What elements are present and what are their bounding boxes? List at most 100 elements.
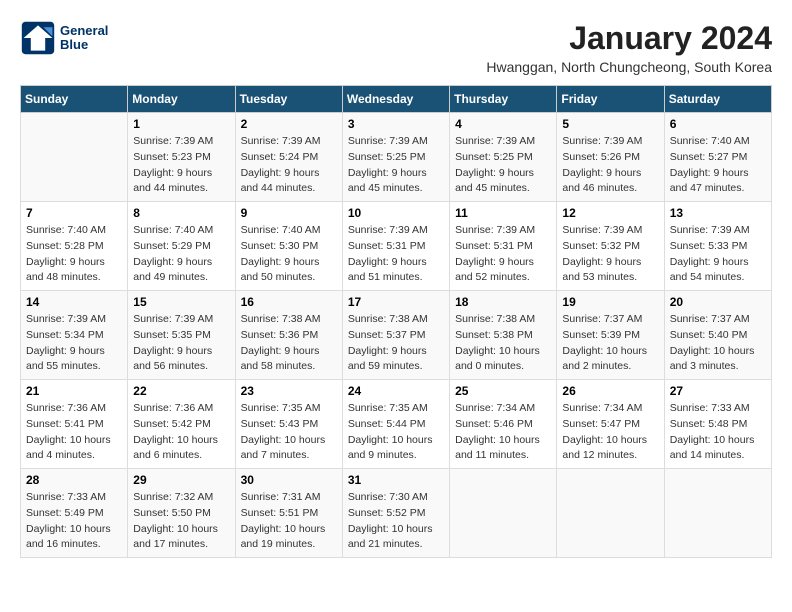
day-number: 12 [562, 206, 658, 220]
logo: General Blue [20, 20, 108, 56]
day-number: 19 [562, 295, 658, 309]
header-day-monday: Monday [128, 86, 235, 113]
calendar-cell: 28Sunrise: 7:33 AMSunset: 5:49 PMDayligh… [21, 469, 128, 558]
day-info: Sunrise: 7:39 AMSunset: 5:33 PMDaylight:… [670, 223, 766, 286]
calendar-cell: 24 Sunrise: 7:35 AMSunset: 5:44 PMDayligh… [342, 380, 449, 469]
header-day-friday: Friday [557, 86, 664, 113]
calendar-cell: 8 Sunrise: 7:40 AMSunset: 5:29 PMDaylight… [128, 202, 235, 291]
day-number: 26 [562, 384, 658, 398]
day-number: 9 [241, 206, 337, 220]
day-number: 14 [26, 295, 122, 309]
day-number: 24 [348, 384, 444, 398]
day-info: Sunrise: 7:40 AMSunset: 5:29 PMDaylight:… [133, 223, 229, 286]
header-day-saturday: Saturday [664, 86, 771, 113]
week-row-1: 1 Sunrise: 7:39 AMSunset: 5:23 PMDaylight… [21, 113, 772, 202]
week-row-3: 14 Sunrise: 7:39 AMSunset: 5:34 PMDayligh… [21, 291, 772, 380]
day-info: Sunrise: 7:38 AMSunset: 5:36 PMDaylight:… [241, 312, 337, 375]
day-number: 2 [241, 117, 337, 131]
calendar-cell: 11Sunrise: 7:39 AMSunset: 5:31 PMDayligh… [450, 202, 557, 291]
calendar-cell: 5 Sunrise: 7:39 AMSunset: 5:26 PMDaylight… [557, 113, 664, 202]
day-number: 31 [348, 473, 444, 487]
day-number: 29 [133, 473, 229, 487]
day-info: Sunrise: 7:36 AMSunset: 5:41 PMDaylight:… [26, 401, 122, 464]
calendar-cell: 10 Sunrise: 7:39 AMSunset: 5:31 PMDayligh… [342, 202, 449, 291]
sub-title: Hwanggan, North Chungcheong, South Korea [486, 59, 772, 75]
day-number: 15 [133, 295, 229, 309]
day-number: 4 [455, 117, 551, 131]
calendar-cell: 19 Sunrise: 7:37 AMSunset: 5:39 PMDayligh… [557, 291, 664, 380]
week-row-5: 28Sunrise: 7:33 AMSunset: 5:49 PMDayligh… [21, 469, 772, 558]
calendar-cell [664, 469, 771, 558]
calendar-cell: 4 Sunrise: 7:39 AMSunset: 5:25 PMDaylight… [450, 113, 557, 202]
day-info: Sunrise: 7:39 AMSunset: 5:23 PMDaylight:… [133, 134, 229, 197]
calendar-cell [557, 469, 664, 558]
calendar-cell: 9 Sunrise: 7:40 AMSunset: 5:30 PMDaylight… [235, 202, 342, 291]
calendar-cell: 23 Sunrise: 7:35 AMSunset: 5:43 PMDayligh… [235, 380, 342, 469]
day-info: Sunrise: 7:34 AMSunset: 5:47 PMDaylight:… [562, 401, 658, 464]
calendar-table: SundayMondayTuesdayWednesdayThursdayFrid… [20, 85, 772, 558]
day-number: 21 [26, 384, 122, 398]
calendar-cell: 15 Sunrise: 7:39 AMSunset: 5:35 PMDayligh… [128, 291, 235, 380]
day-info: Sunrise: 7:39 AMSunset: 5:32 PMDaylight:… [562, 223, 658, 286]
page-header: General Blue January 2024 Hwanggan, Nort… [20, 20, 772, 75]
day-number: 23 [241, 384, 337, 398]
day-number: 13 [670, 206, 766, 220]
day-info: Sunrise: 7:39 AMSunset: 5:34 PMDaylight:… [26, 312, 122, 375]
day-info: Sunrise: 7:39 AMSunset: 5:35 PMDaylight:… [133, 312, 229, 375]
calendar-cell: 26 Sunrise: 7:34 AMSunset: 5:47 PMDayligh… [557, 380, 664, 469]
day-info: Sunrise: 7:34 AMSunset: 5:46 PMDaylight:… [455, 401, 551, 464]
day-info: Sunrise: 7:39 AMSunset: 5:25 PMDaylight:… [455, 134, 551, 197]
day-number: 10 [348, 206, 444, 220]
day-info: Sunrise: 7:39 AMSunset: 5:31 PMDaylight:… [455, 223, 551, 286]
day-number: 1 [133, 117, 229, 131]
day-info: Sunrise: 7:35 AMSunset: 5:43 PMDaylight:… [241, 401, 337, 464]
day-info: Sunrise: 7:39 AMSunset: 5:31 PMDaylight:… [348, 223, 444, 286]
calendar-cell: 6Sunrise: 7:40 AMSunset: 5:27 PMDaylight… [664, 113, 771, 202]
day-info: Sunrise: 7:33 AMSunset: 5:48 PMDaylight:… [670, 401, 766, 464]
header-day-tuesday: Tuesday [235, 86, 342, 113]
title-area: January 2024 Hwanggan, North Chungcheong… [486, 20, 772, 75]
day-info: Sunrise: 7:30 AMSunset: 5:52 PMDaylight:… [348, 490, 444, 553]
day-number: 30 [241, 473, 337, 487]
logo-line2: Blue [60, 38, 108, 52]
main-title: January 2024 [486, 20, 772, 57]
calendar-cell: 2 Sunrise: 7:39 AMSunset: 5:24 PMDaylight… [235, 113, 342, 202]
day-info: Sunrise: 7:40 AMSunset: 5:28 PMDaylight:… [26, 223, 122, 286]
day-number: 17 [348, 295, 444, 309]
header-day-sunday: Sunday [21, 86, 128, 113]
logo-line1: General [60, 24, 108, 38]
calendar-cell: 1 Sunrise: 7:39 AMSunset: 5:23 PMDaylight… [128, 113, 235, 202]
logo-icon [20, 20, 56, 56]
day-info: Sunrise: 7:39 AMSunset: 5:26 PMDaylight:… [562, 134, 658, 197]
day-number: 22 [133, 384, 229, 398]
day-number: 5 [562, 117, 658, 131]
day-number: 27 [670, 384, 766, 398]
day-info: Sunrise: 7:39 AMSunset: 5:24 PMDaylight:… [241, 134, 337, 197]
day-info: Sunrise: 7:40 AMSunset: 5:30 PMDaylight:… [241, 223, 337, 286]
day-info: Sunrise: 7:40 AMSunset: 5:27 PMDaylight:… [670, 134, 766, 197]
calendar-cell: 22 Sunrise: 7:36 AMSunset: 5:42 PMDayligh… [128, 380, 235, 469]
day-number: 20 [670, 295, 766, 309]
calendar-cell: 21 Sunrise: 7:36 AMSunset: 5:41 PMDayligh… [21, 380, 128, 469]
header-day-thursday: Thursday [450, 86, 557, 113]
calendar-cell [21, 113, 128, 202]
day-number: 25 [455, 384, 551, 398]
day-info: Sunrise: 7:38 AMSunset: 5:37 PMDaylight:… [348, 312, 444, 375]
day-number: 3 [348, 117, 444, 131]
day-number: 28 [26, 473, 122, 487]
day-info: Sunrise: 7:32 AMSunset: 5:50 PMDaylight:… [133, 490, 229, 553]
calendar-cell: 20 Sunrise: 7:37 AMSunset: 5:40 PMDayligh… [664, 291, 771, 380]
day-info: Sunrise: 7:36 AMSunset: 5:42 PMDaylight:… [133, 401, 229, 464]
header-day-wednesday: Wednesday [342, 86, 449, 113]
day-info: Sunrise: 7:35 AMSunset: 5:44 PMDaylight:… [348, 401, 444, 464]
header-row: SundayMondayTuesdayWednesdayThursdayFrid… [21, 86, 772, 113]
day-number: 7 [26, 206, 122, 220]
day-number: 8 [133, 206, 229, 220]
week-row-2: 7 Sunrise: 7:40 AMSunset: 5:28 PMDaylight… [21, 202, 772, 291]
calendar-cell: 29 Sunrise: 7:32 AMSunset: 5:50 PMDayligh… [128, 469, 235, 558]
calendar-cell: 31 Sunrise: 7:30 AMSunset: 5:52 PMDayligh… [342, 469, 449, 558]
logo-text: General Blue [60, 24, 108, 53]
calendar-cell: 27 Sunrise: 7:33 AMSunset: 5:48 PMDayligh… [664, 380, 771, 469]
day-info: Sunrise: 7:37 AMSunset: 5:39 PMDaylight:… [562, 312, 658, 375]
day-info: Sunrise: 7:37 AMSunset: 5:40 PMDaylight:… [670, 312, 766, 375]
